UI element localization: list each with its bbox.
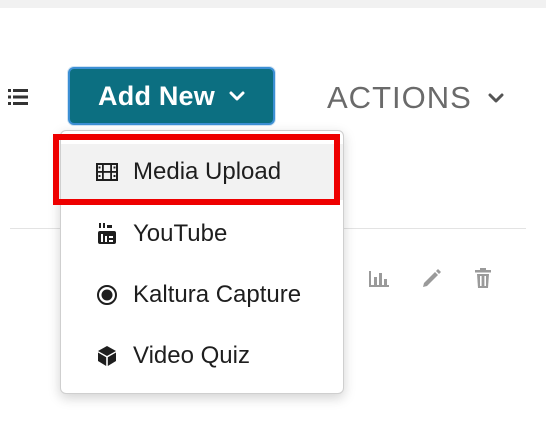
actions-label: ACTIONS	[327, 80, 472, 115]
cube-icon	[95, 344, 119, 368]
chevron-down-icon	[488, 93, 504, 103]
menu-item-label: Kaltura Capture	[133, 281, 302, 308]
menu-item-video-quiz[interactable]: Video Quiz	[61, 328, 343, 384]
film-icon	[95, 160, 119, 184]
menu-item-label: Media Upload	[133, 158, 282, 185]
add-new-label: Add New	[98, 80, 215, 111]
top-band	[0, 0, 546, 8]
chevron-down-icon	[229, 91, 245, 101]
youtube-icon	[95, 222, 119, 246]
add-new-dropdown: Media Upload YouTube Kaltura Capture Vid…	[60, 130, 344, 394]
menu-item-media-upload[interactable]: Media Upload	[61, 144, 343, 200]
menu-item-youtube[interactable]: YouTube	[61, 206, 343, 262]
trash-icon[interactable]	[472, 267, 494, 289]
record-icon	[95, 283, 119, 307]
bar-chart-icon[interactable]	[368, 267, 390, 289]
pencil-icon[interactable]	[420, 267, 442, 289]
add-new-button[interactable]: Add New	[68, 67, 275, 125]
menu-item-label: YouTube	[133, 220, 228, 247]
menu-item-kaltura-capture[interactable]: Kaltura Capture	[61, 267, 343, 323]
menu-item-label: Video Quiz	[133, 342, 250, 369]
list-icon[interactable]	[8, 87, 28, 107]
actions-menu-button[interactable]: ACTIONS	[327, 78, 504, 118]
